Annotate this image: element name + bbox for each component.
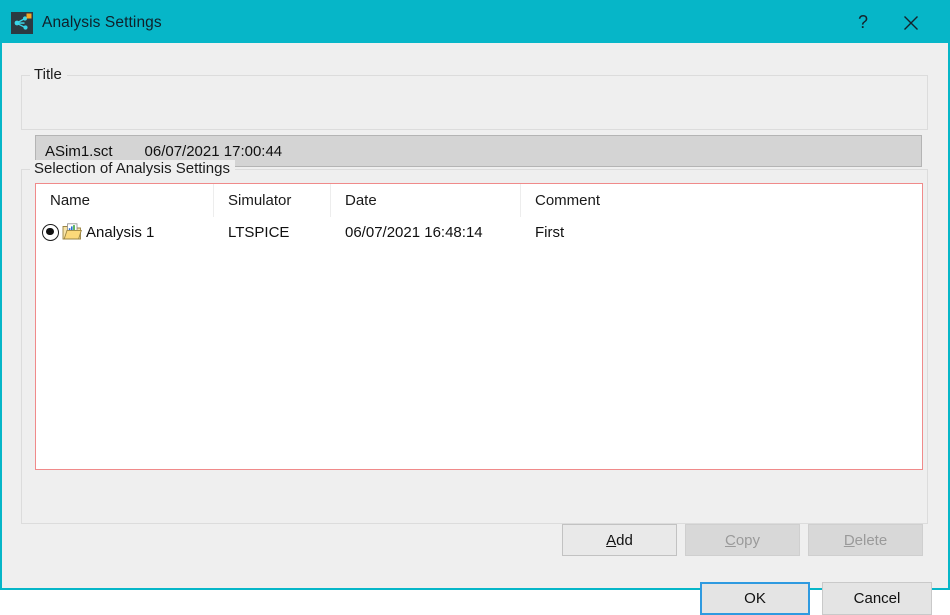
ok-button[interactable]: OK: [700, 582, 810, 615]
column-header-simulator[interactable]: Simulator: [214, 184, 331, 217]
delete-button-accel: D: [843, 531, 855, 549]
dialog-body: Title ASim1.sct 06/07/2021 17:00:44 Sele…: [2, 43, 948, 615]
help-button[interactable]: ?: [838, 2, 888, 43]
selection-groupbox-label: Selection of Analysis Settings: [30, 160, 235, 177]
cancel-button[interactable]: Cancel: [822, 582, 932, 615]
analysis-folder-icon: [62, 223, 82, 241]
close-icon[interactable]: [888, 2, 934, 43]
window-title: Analysis Settings: [42, 13, 162, 31]
copy-button-label: opy: [735, 531, 761, 549]
column-header-comment[interactable]: Comment: [521, 184, 921, 217]
title-timestamp: 06/07/2021 17:00:44: [144, 142, 283, 160]
row-comment-cell: First: [535, 223, 565, 241]
row-name-text: Analysis 1: [86, 223, 155, 241]
row-date-cell: 06/07/2021 16:48:14: [345, 223, 483, 241]
column-header-name[interactable]: Name: [36, 184, 214, 217]
title-file-name: ASim1.sct: [45, 142, 113, 160]
row-simulator-cell: LTSPICE: [228, 223, 290, 241]
title-groupbox-label: Title: [30, 66, 67, 83]
title-bar: Analysis Settings ?: [2, 2, 948, 43]
delete-button: Delete: [808, 524, 923, 556]
title-groupbox: Title: [21, 66, 928, 130]
analysis-settings-icon: [11, 11, 33, 34]
copy-button-accel: C: [724, 531, 736, 549]
row-radio-button[interactable]: [42, 223, 59, 241]
row-name-cell[interactable]: Analysis 1: [36, 217, 214, 247]
table-row[interactable]: Analysis 1 LTSPICE 06/07/2021 16:48:14 F…: [36, 217, 922, 247]
list-header-row: Name Simulator Date Comment: [36, 184, 922, 217]
add-button-accel: A: [606, 531, 617, 549]
copy-button: Copy: [685, 524, 800, 556]
analysis-settings-list[interactable]: Name Simulator Date Comment Analysis 1 L…: [35, 183, 923, 470]
delete-button-label: elete: [854, 531, 888, 549]
analysis-settings-dialog: Analysis Settings ? Title ASim1.sct 06/0…: [0, 0, 950, 615]
add-button-label: dd: [616, 531, 633, 549]
column-header-date[interactable]: Date: [331, 184, 521, 217]
add-button[interactable]: Add: [562, 524, 677, 556]
